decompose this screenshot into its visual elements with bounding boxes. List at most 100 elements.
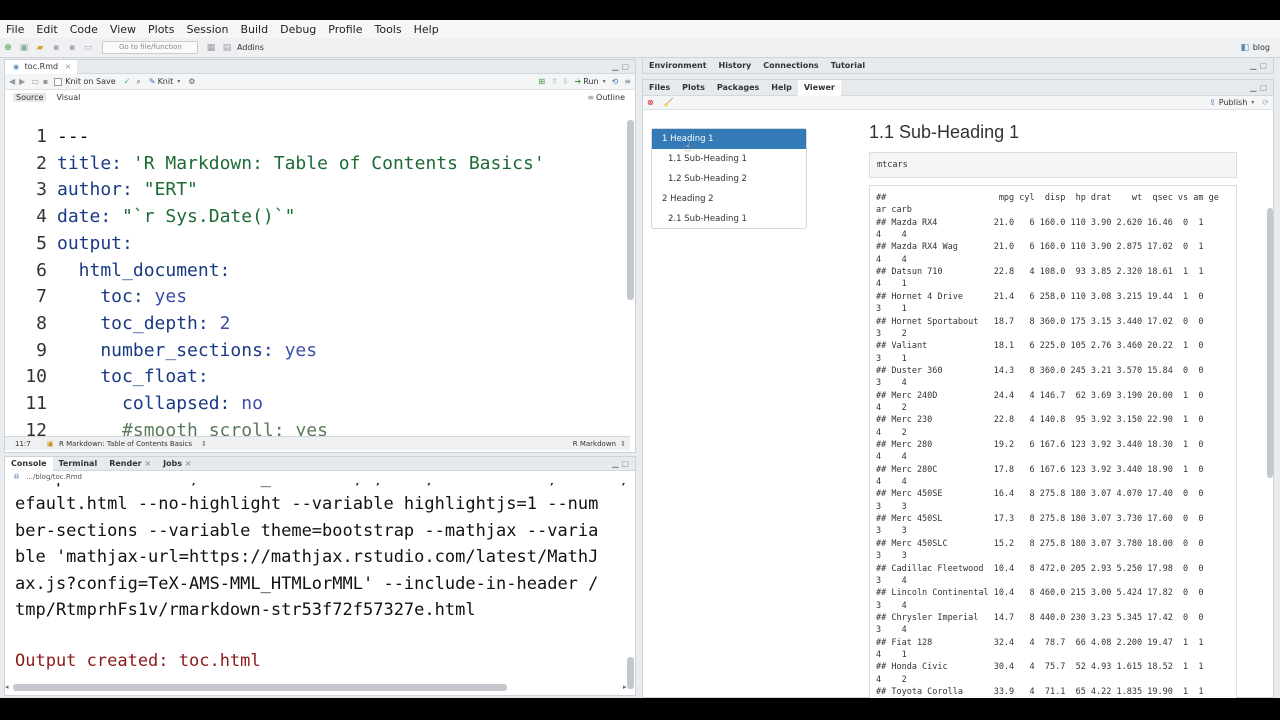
tab-history[interactable]: History — [713, 58, 758, 73]
console-scrollbar[interactable] — [627, 657, 634, 689]
close-tab-icon[interactable]: × — [182, 459, 192, 468]
code-line[interactable]: 9 number_sections: yes — [5, 338, 630, 364]
console-hscrollbar[interactable] — [13, 684, 507, 691]
settings-icon[interactable]: ⚙ — [188, 77, 195, 86]
save-icon[interactable]: ▪ — [51, 43, 61, 53]
maximize-icon[interactable]: ▢ — [621, 459, 629, 468]
maximize-icon[interactable]: ▢ — [621, 62, 629, 71]
editor-tab-toc[interactable]: ◉ toc.Rmd × — [5, 60, 78, 74]
outline-button[interactable]: Outline — [596, 93, 625, 102]
tab-viewer[interactable]: Viewer — [797, 80, 841, 96]
code-line[interactable]: 5 output: — [5, 231, 630, 257]
scroll-right-icon[interactable]: ▸ — [623, 683, 627, 691]
run-dropdown-icon[interactable]: ▾ — [603, 78, 606, 85]
run-button[interactable]: Run — [583, 77, 598, 86]
goto-file-input[interactable]: Go to file/function — [102, 41, 198, 54]
knit-on-save-checkbox[interactable] — [54, 77, 63, 86]
spellcheck-icon[interactable]: ✓ — [124, 77, 131, 86]
new-file-icon[interactable]: ⊕ — [3, 43, 13, 53]
console-tab-jobs[interactable]: Jobs × — [157, 457, 197, 471]
rerun-icon[interactable]: ⟲ — [612, 77, 619, 86]
addins-button[interactable]: Addins — [237, 43, 264, 52]
toc-item[interactable]: 1.2 Sub-Heading 2 — [652, 169, 806, 189]
toc-item[interactable]: 2.1 Sub-Heading 1 — [652, 209, 806, 229]
knit-dropdown-icon[interactable]: ▾ — [177, 78, 180, 85]
toc-item[interactable]: 1.1 Sub-Heading 1 — [652, 149, 806, 169]
close-tab-icon[interactable]: × — [142, 459, 151, 468]
section-dropdown-icon[interactable]: ⇕ — [201, 437, 207, 451]
mode-dropdown-icon[interactable]: ⇕ — [620, 437, 626, 451]
code-line[interactable]: 3 author: "ERT" — [5, 177, 630, 203]
section-selector[interactable]: R Markdown: Table of Contents Basics — [59, 437, 192, 451]
down-icon[interactable]: ⇩ — [562, 77, 569, 86]
code-line[interactable]: 11 collapsed: no — [5, 391, 630, 417]
menu-edit[interactable]: Edit — [30, 23, 63, 36]
show-window-icon[interactable]: ▭ — [31, 77, 39, 86]
open-file-icon[interactable]: ▰ — [35, 43, 45, 53]
tab-files[interactable]: Files — [643, 80, 676, 96]
menu-view[interactable]: View — [104, 23, 142, 36]
back-icon[interactable]: ◀ — [9, 77, 15, 86]
save-all-icon[interactable]: ▪ — [67, 43, 77, 53]
tab-plots[interactable]: Plots — [676, 80, 711, 96]
publish-dropdown-icon[interactable]: ▾ — [1251, 99, 1254, 106]
minimize-icon[interactable]: ▁ — [612, 62, 618, 71]
menu-plots[interactable]: Plots — [142, 23, 180, 36]
insert-chunk-icon[interactable]: ⊞ — [538, 77, 545, 86]
menu-session[interactable]: Session — [180, 23, 234, 36]
minimize-icon[interactable]: ▁ — [612, 459, 618, 468]
code-line[interactable]: 7 toc: yes — [5, 284, 630, 310]
forward-icon[interactable]: ▶ — [19, 77, 25, 86]
tab-environment[interactable]: Environment — [643, 58, 713, 73]
source-tab[interactable]: Source — [13, 92, 47, 102]
refresh-icon[interactable]: ⟳ — [1262, 98, 1269, 107]
broom-icon[interactable]: 🧹 — [664, 98, 674, 107]
close-tab-icon[interactable]: × — [65, 62, 72, 71]
menu-code[interactable]: Code — [64, 23, 104, 36]
code-line[interactable]: 10 toc_float: — [5, 364, 630, 390]
tab-help[interactable]: Help — [765, 80, 798, 96]
tab-tutorial[interactable]: Tutorial — [825, 58, 871, 73]
code-line[interactable]: 6 html_document: — [5, 258, 630, 284]
viewer-scrollbar[interactable] — [1267, 208, 1273, 478]
tab-packages[interactable]: Packages — [711, 80, 765, 96]
console-output[interactable]: ex-mp-.......--.-,..-..._.-----.-,-,----… — [5, 483, 625, 685]
toc-item[interactable]: 1 Heading 1 — [652, 129, 806, 149]
print-icon[interactable]: ▭ — [83, 43, 93, 53]
editor-scrollbar[interactable] — [627, 120, 634, 300]
toc-item[interactable]: 2 Heading 2 — [652, 189, 806, 209]
maximize-icon[interactable]: ▢ — [1259, 61, 1267, 70]
maximize-icon[interactable]: ▢ — [1259, 83, 1267, 92]
code-line[interactable]: 12 #smooth_scroll: yes — [5, 418, 630, 436]
code-line[interactable]: 2 title: 'R Markdown: Table of Contents B… — [5, 151, 630, 177]
console-tab-console[interactable]: Console — [5, 457, 53, 471]
grid-icon[interactable]: ▦ — [206, 43, 216, 53]
code-editor[interactable]: 1 --- 2 title: 'R Markdown: Table of Conten… — [5, 118, 630, 436]
menu-build[interactable]: Build — [234, 23, 274, 36]
knit-button[interactable]: Knit — [158, 77, 174, 86]
console-tab-terminal[interactable]: Terminal — [53, 457, 104, 471]
code-line[interactable]: 1 --- — [5, 124, 630, 150]
code-line[interactable]: 8 toc_depth: 2 — [5, 311, 630, 337]
save-doc-icon[interactable]: ▪ — [43, 77, 48, 86]
clear-viewer-icon[interactable]: ⊗ — [647, 98, 654, 107]
mode-selector[interactable]: R Markdown — [573, 437, 616, 451]
menu-file[interactable]: File — [0, 23, 30, 36]
visual-tab[interactable]: Visual — [56, 93, 80, 102]
find-icon[interactable]: ⌕ — [136, 77, 140, 87]
menu-help[interactable]: Help — [408, 23, 445, 36]
minimize-icon[interactable]: ▁ — [1250, 61, 1256, 70]
up-icon[interactable]: ⇧ — [551, 77, 558, 86]
publish-button[interactable]: Publish — [1219, 98, 1248, 107]
project-name[interactable]: blog — [1253, 43, 1270, 52]
menu-profile[interactable]: Profile — [322, 23, 368, 36]
console-tab-render[interactable]: Render × — [103, 457, 157, 471]
scroll-left-icon[interactable]: ◂ — [5, 683, 9, 691]
new-project-icon[interactable]: ▣ — [19, 43, 29, 53]
menu-debug[interactable]: Debug — [274, 23, 322, 36]
lines-icon[interactable]: ≡ — [624, 77, 631, 86]
code-line[interactable]: 4 date: "`r Sys.Date()`" — [5, 204, 630, 230]
tab-connections[interactable]: Connections — [757, 58, 824, 73]
minimize-icon[interactable]: ▁ — [1250, 83, 1256, 92]
menu-tools[interactable]: Tools — [368, 23, 407, 36]
